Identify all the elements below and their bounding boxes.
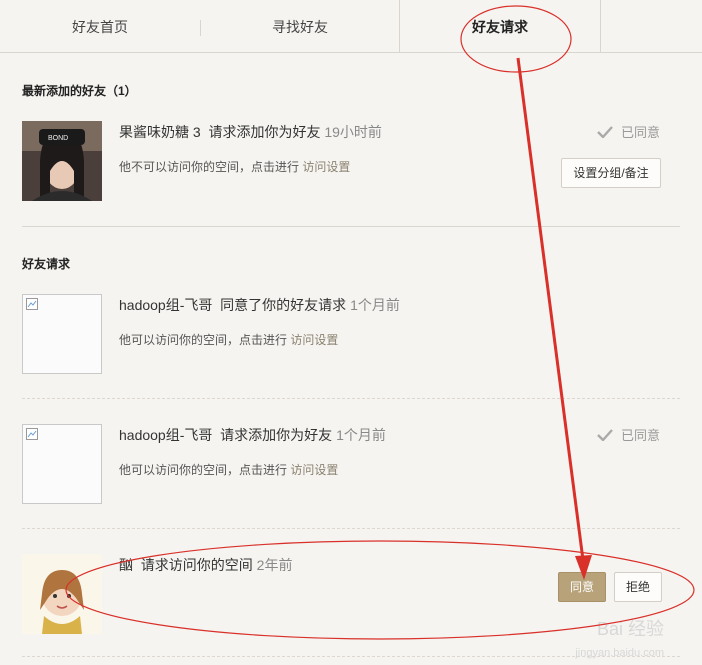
action-text: 请求添加你为好友 [208,124,321,140]
check-icon [597,126,613,138]
avatar[interactable]: BOND [22,121,102,201]
status-label: 已同意 [620,428,660,443]
action-text: 请求访问你的空间 [140,557,253,573]
access-settings-link[interactable]: 访问设置 [290,333,338,347]
request-item-subtext: 他可以访问你的空间，点击进行 访问设置 [119,461,338,478]
avatar[interactable] [22,554,102,634]
user-name[interactable]: 酗 [119,557,133,573]
status-agreed: 已同意 [597,122,660,141]
annotation-arrow-line [516,57,585,561]
access-settings-link[interactable]: 访问设置 [290,463,338,477]
access-text: 他可以访问你的空间，点击进行 [119,463,288,477]
check-icon [597,429,613,441]
tab-bar-border [0,52,702,53]
timestamp: 1个月前 [350,297,400,313]
user-name[interactable]: hadoop组-飞哥 [119,297,212,313]
access-text: 他不可以访问你的空间，点击进行 [119,160,300,174]
request-item-title: 酗 请求访问你的空间 2年前 [119,555,292,575]
tab-friends-home[interactable]: 好友首页 [0,0,200,52]
recent-item-title: 果酱味奶糖 3 请求添加你为好友 19小时前 [119,122,382,142]
timestamp: 2年前 [256,557,293,573]
tab-bar: 好友首页 寻找好友 好友请求 [0,0,702,53]
accept-button[interactable]: 同意 [558,572,606,602]
action-text: 同意了你的好友请求 [220,297,347,313]
user-name[interactable]: hadoop组-飞哥 [119,427,212,443]
tab-find-friends[interactable]: 寻找好友 [201,0,399,52]
section-divider [22,226,680,227]
request-item-title: hadoop组-飞哥 请求添加你为好友 1个月前 [119,425,386,445]
timestamp: 1个月前 [336,427,386,443]
recent-section-title: 最新添加的好友（1） [22,84,137,98]
request-item-title: hadoop组-飞哥 同意了你的好友请求 1个月前 [119,295,400,315]
reject-button[interactable]: 拒绝 [614,572,662,602]
row-divider [22,528,680,529]
recent-item-subtext: 他不可以访问你的空间，点击进行 访问设置 [119,158,350,175]
watermark-url: jingyan.baidu.com [575,647,664,659]
avatar[interactable] [22,294,102,374]
broken-image-icon [26,428,38,440]
avatar-illustration [22,554,102,634]
access-text: 他可以访问你的空间，点击进行 [119,333,288,347]
avatar-photo: BOND [22,121,102,201]
status-label: 已同意 [620,125,660,140]
avatar[interactable] [22,424,102,504]
row-divider [22,398,680,399]
status-agreed: 已同意 [597,425,660,444]
set-group-note-button[interactable]: 设置分组/备注 [561,158,661,188]
requests-section-title: 好友请求 [22,257,71,271]
watermark: Bai 经验 [596,619,664,639]
user-name[interactable]: 果酱味奶糖 3 [119,124,201,140]
annotation-overlay [65,5,695,640]
tab-friend-requests[interactable]: 好友请求 [399,0,601,53]
timestamp: 19小时前 [324,124,382,140]
svg-text:BOND: BOND [48,135,68,142]
action-text: 请求添加你为好友 [220,427,333,443]
broken-image-icon [26,298,38,310]
request-item-subtext: 他可以访问你的空间，点击进行 访问设置 [119,331,338,348]
access-settings-link[interactable]: 访问设置 [302,160,350,174]
